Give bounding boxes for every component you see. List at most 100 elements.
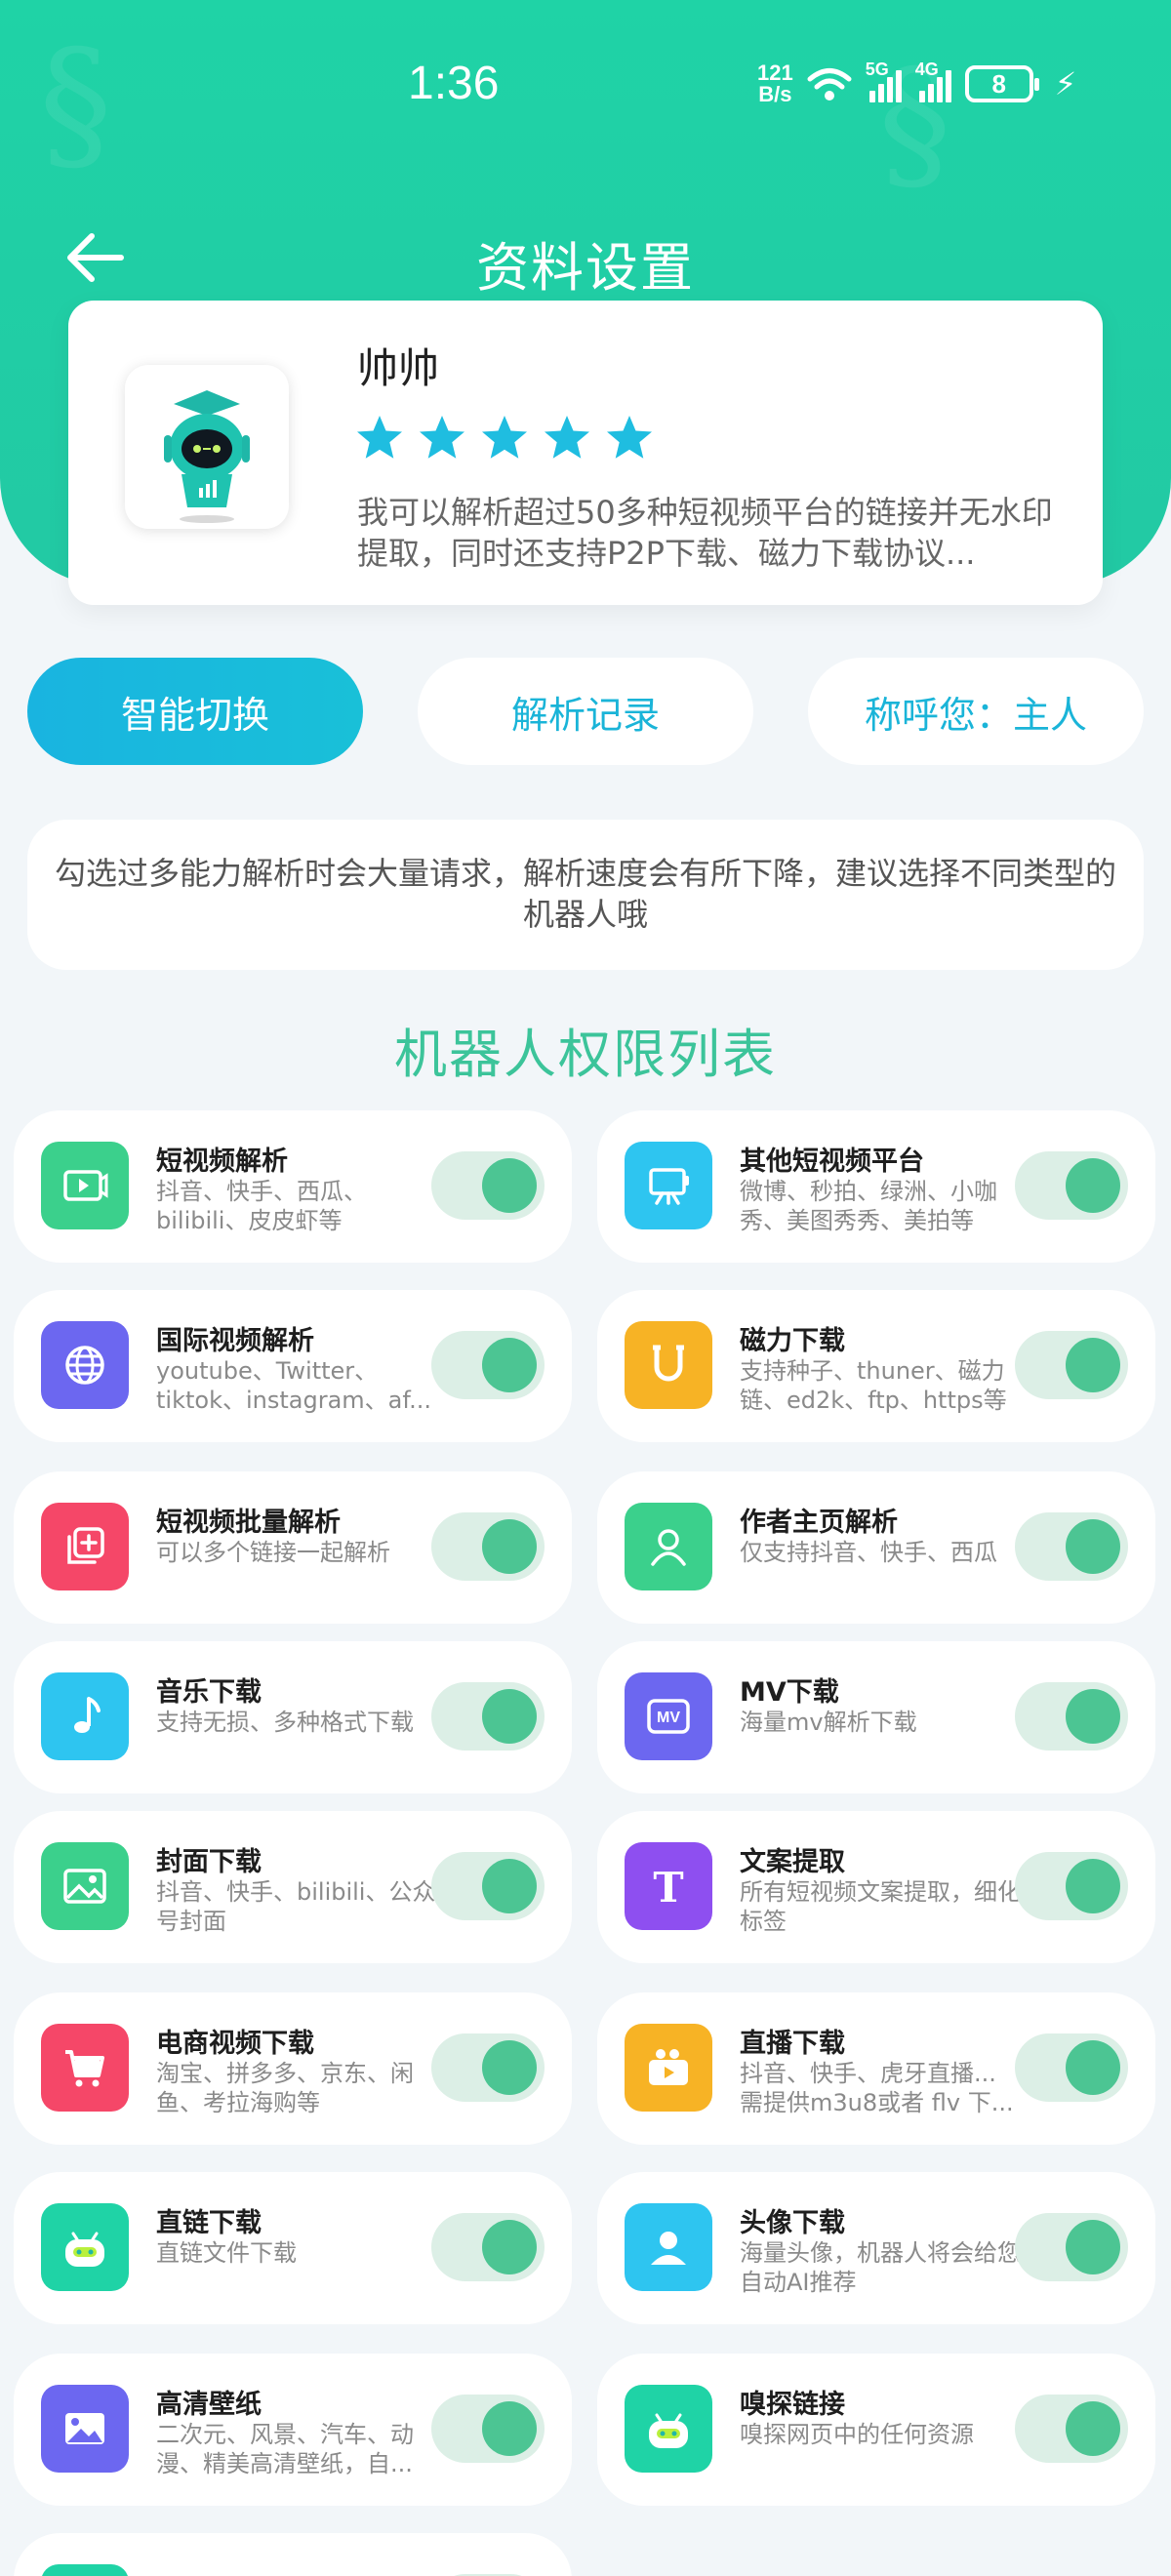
robot-icon (41, 2203, 129, 2291)
net-type-4g: 4G (914, 60, 939, 79)
permission-title: 短视频解析 (156, 1147, 288, 1177)
video-play-icon (41, 1142, 129, 1229)
image-icon (41, 1842, 129, 1930)
permission-card (14, 2533, 572, 2576)
permission-toggle[interactable] (431, 1331, 545, 1399)
permission-description: 海量头像，机器人将会给您自动AI推荐 (740, 2239, 1021, 2296)
permission-card: T 文案提取 所有短视频文案提取，细化标签 (597, 1811, 1155, 1963)
permission-toggle[interactable] (431, 1151, 545, 1220)
permission-toggle[interactable] (1015, 1852, 1128, 1920)
status-icons: 121 B/s 5G 4G 8 ⚡ (757, 60, 1077, 106)
avatar-icon (625, 2203, 712, 2291)
svg-text:MV: MV (657, 1710, 680, 1726)
wifi-icon (807, 68, 852, 101)
robot-description: 我可以解析超过50多种短视频平台的链接并无水印提取，同时还支持P2P下载、磁力下… (357, 494, 1053, 572)
permission-card: 嗅探链接 嗅探网页中的任何资源 (597, 2354, 1155, 2506)
battery-icon: 8 (964, 65, 1039, 102)
permission-description: 嗅探网页中的任何资源 (740, 2421, 974, 2448)
screen-stand-icon (625, 1142, 712, 1229)
permission-title: 国际视频解析 (156, 1326, 314, 1356)
permission-toggle[interactable] (1015, 2395, 1128, 2463)
permission-title: 文案提取 (740, 1847, 845, 1877)
permission-card: MV MV下载 海量mv解析下载 (597, 1641, 1155, 1793)
permission-card: 直播下载 抖音、快手、虎牙直播... 需提供m3u8或者 flv 下... (597, 1992, 1155, 2145)
permission-card: 高清壁纸 二次元、风景、汽车、动漫、精美高清壁纸，自... (14, 2354, 572, 2506)
permission-description: 可以多个链接一起解析 (156, 1539, 390, 1566)
battery-level: 8 (991, 68, 1006, 99)
permission-title: 音乐下载 (156, 1677, 262, 1708)
star-icon (482, 416, 527, 459)
svg-text:T: T (653, 1864, 683, 1912)
permission-card: 国际视频解析 youtube、Twitter、tiktok、instagram、a… (14, 1290, 572, 1442)
speed-value: 121 (757, 60, 793, 85)
permission-toggle[interactable] (1015, 1151, 1128, 1220)
permission-toggle[interactable] (431, 2395, 545, 2463)
permission-description: 抖音、快手、西瓜、bilibili、皮皮虾等 (156, 1178, 367, 1234)
tab-nickname[interactable]: 称呼您：主人 (808, 658, 1144, 765)
star-icon (607, 416, 652, 459)
permission-title: 高清壁纸 (156, 2390, 262, 2420)
text-t-icon: T (625, 1842, 712, 1930)
robot-icon (625, 2385, 712, 2473)
robot-icon (41, 2564, 129, 2576)
permission-description: 二次元、风景、汽车、动漫、精美高清壁纸，自... (156, 2421, 414, 2477)
tab-parse-history[interactable]: 解析记录 (418, 658, 753, 765)
permission-description: 直链文件下载 (156, 2239, 297, 2267)
speed-unit: B/s (758, 82, 792, 106)
batch-add-icon (41, 1503, 129, 1590)
permission-toggle[interactable] (1015, 1512, 1128, 1581)
status-time: 1:36 (408, 58, 500, 109)
signal-5g-icon: 5G (866, 60, 902, 102)
robot-avatar (125, 365, 289, 529)
notice-text: 勾选过多能力解析时会大量请求，解析速度会有所下降，建议选择不同类型的机器人哦 (27, 820, 1144, 970)
permission-toggle[interactable] (431, 1682, 545, 1751)
permission-toggle[interactable] (1015, 1682, 1128, 1751)
cart-icon (41, 2024, 129, 2112)
permission-toggle[interactable] (431, 1852, 545, 1920)
robot-profile-card: 帅帅 我可以解析超过50多种短视频平台的链接并无水印提取，同时还支持P2P下载、… (68, 301, 1103, 605)
robot-mascot-icon (164, 390, 250, 523)
star-icon (420, 416, 464, 459)
magnet-icon (625, 1321, 712, 1409)
permission-description: 微博、秒拍、绿洲、小咖秀、美图秀秀、美拍等 (740, 1178, 997, 1234)
permission-toggle[interactable] (431, 2033, 545, 2102)
permission-title: 其他短视频平台 (740, 1147, 924, 1177)
star-icon (357, 416, 402, 459)
permission-description: 支持种子、thuner、磁力链、ed2k、ftp、https等 (740, 1357, 1007, 1414)
permission-description: 支持无损、多种格式下载 (156, 1709, 414, 1736)
permission-title: 磁力下载 (740, 1326, 845, 1356)
permission-card: 电商视频下载 淘宝、拼多多、京东、闲鱼、考拉海购等 (14, 1992, 572, 2145)
net-type-5g: 5G (865, 60, 889, 79)
camera-icon (625, 2024, 712, 2112)
permission-title: 封面下载 (156, 1847, 262, 1877)
status-bar: 1:36 121 B/s 5G 4G 8 ⚡ (0, 39, 1171, 137)
star-icon (545, 416, 589, 459)
permission-card: 头像下载 海量头像，机器人将会给您自动AI推荐 (597, 2172, 1155, 2324)
charging-icon: ⚡ (1054, 65, 1077, 102)
permission-description: youtube、Twitter、tiktok、instagram、af... (156, 1357, 431, 1414)
permission-toggle[interactable] (431, 2213, 545, 2281)
section-title: 机器人权限列表 (394, 1024, 777, 1085)
permission-description: 所有短视频文案提取，细化标签 (740, 1878, 1021, 1935)
permission-toggle[interactable] (1015, 2213, 1128, 2281)
tab-smart-switch[interactable]: 智能切换 (27, 658, 363, 765)
permission-toggle[interactable] (1015, 1331, 1128, 1399)
globe-icon (41, 1321, 129, 1409)
top-nav: 资料设置 (0, 215, 1171, 302)
permission-title: 嗅探链接 (740, 2390, 845, 2420)
permission-title: MV下载 (740, 1677, 839, 1708)
permission-description: 抖音、快手、bilibili、公众号封面 (156, 1878, 436, 1935)
robot-name: 帅帅 (357, 344, 440, 392)
permission-title: 直链下载 (156, 2208, 262, 2238)
mv-icon: MV (625, 1672, 712, 1760)
permission-title: 短视频批量解析 (156, 1508, 341, 1538)
wallpaper-icon (41, 2385, 129, 2473)
user-icon (625, 1503, 712, 1590)
permission-description: 仅支持抖音、快手、西瓜 (740, 1539, 997, 1566)
music-note-icon (41, 1672, 129, 1760)
permission-title: 电商视频下载 (156, 2029, 314, 2059)
signal-4g-icon: 4G (915, 60, 951, 102)
permission-toggle[interactable] (1015, 2033, 1128, 2102)
permission-toggle[interactable] (431, 1512, 545, 1581)
permission-description: 海量mv解析下载 (740, 1709, 917, 1736)
